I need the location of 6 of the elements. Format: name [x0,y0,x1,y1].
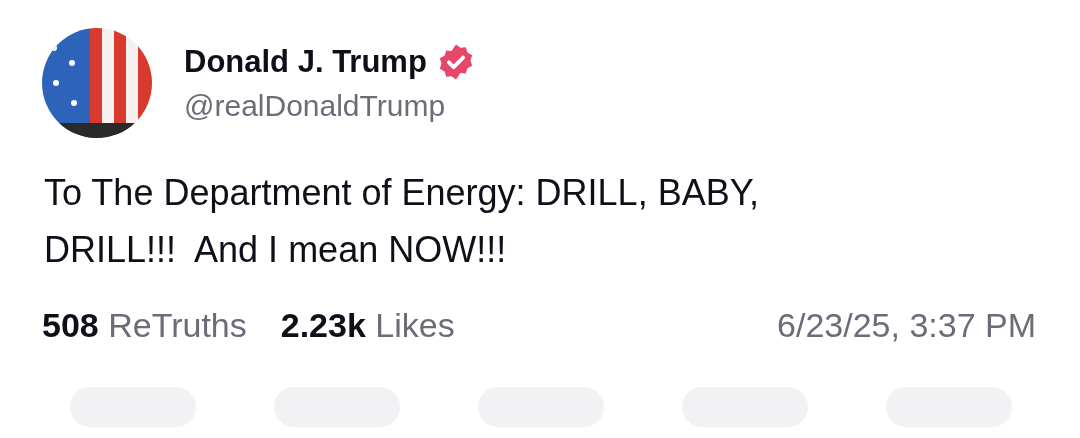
stat-count[interactable]: 2.23k Likes [280,306,455,345]
post-text: To The Department of Energy: DRILL, BABY, DRILL!!! And I mean NOW!!! [44,171,761,272]
username[interactable]: @realDonaldTrump [184,89,475,123]
stat-count[interactable]: 508 ReTruths [42,306,247,345]
display-name: Donald J. Trump [184,44,427,80]
timestamp: 6/23/25, 3:37 PM [777,306,1036,345]
